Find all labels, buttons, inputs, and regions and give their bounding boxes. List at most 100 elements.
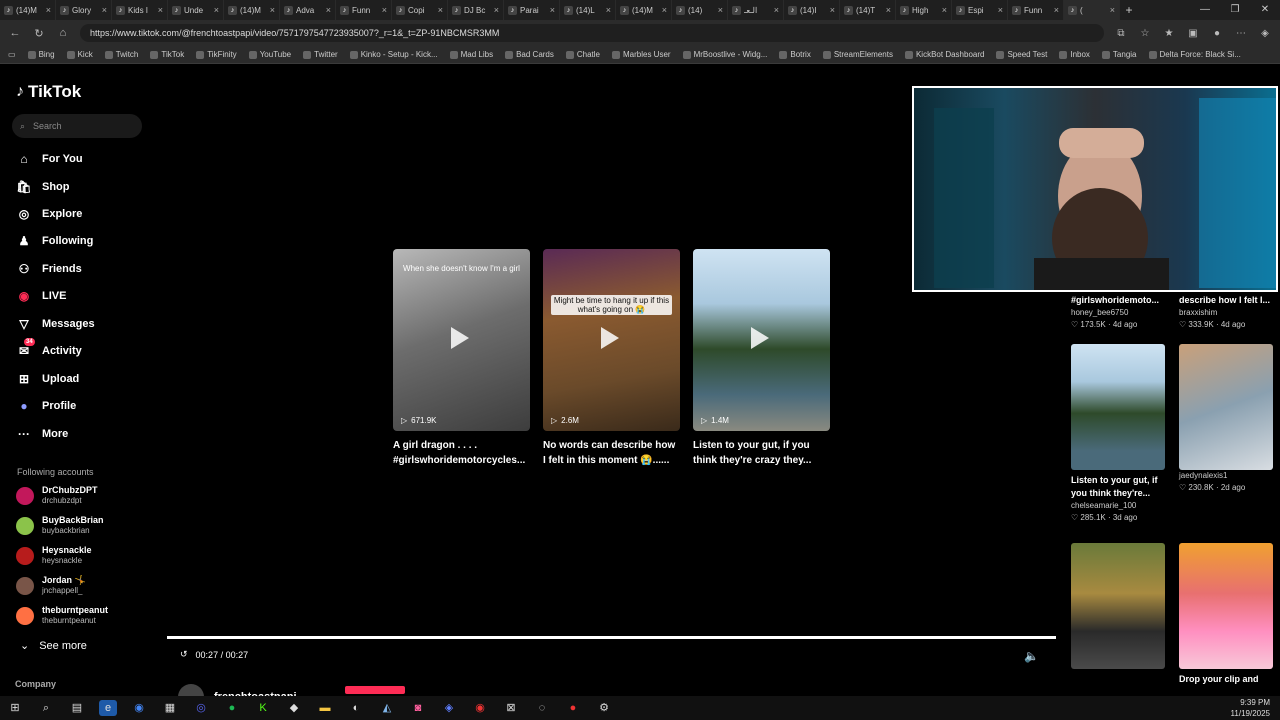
close-window-button[interactable]: ✕ (1250, 0, 1280, 20)
browser-tab[interactable]: ♪ DJ Bc × (448, 0, 504, 20)
nav-item-activity[interactable]: ✉ 34 Activity (16, 338, 82, 358)
recommended-card[interactable]: jaedynalexis1 ♡ 230.8K · 2d ago (1179, 344, 1273, 494)
app-icon[interactable]: ● (564, 700, 582, 716)
nav-item-following[interactable]: ♟ Following (16, 234, 94, 248)
bookmark-item[interactable]: MrBoostlive - Widg... (682, 50, 767, 59)
replay-icon[interactable]: ↺ (180, 649, 188, 660)
search-input[interactable]: ⌕ Search (12, 114, 142, 138)
recommended-thumbnail[interactable] (1179, 344, 1273, 470)
browser-tab[interactable]: ♪ (14)I × (784, 0, 840, 20)
bookmark-item[interactable]: Chatle (565, 50, 600, 59)
reload-icon[interactable]: ↻ (32, 27, 46, 40)
video-thumbnail[interactable]: Might be time to hang it up if this what… (543, 249, 680, 431)
browser-tab[interactable]: ♪ (14)L × (560, 0, 616, 20)
close-tab-icon[interactable]: × (270, 5, 275, 15)
nav-item-shop[interactable]: 🛍 Shop (16, 180, 69, 194)
bookmark-item[interactable]: YouTube (248, 50, 291, 59)
recommended-thumbnail[interactable] (1071, 543, 1165, 669)
browser-tab[interactable]: ♪ الـعـ × (728, 0, 784, 20)
close-tab-icon[interactable]: × (886, 5, 891, 15)
close-tab-icon[interactable]: × (662, 5, 667, 15)
url-field[interactable]: https://www.tiktok.com/@frenchtoastpapi/… (80, 24, 1104, 42)
browser-tab[interactable]: ♪(× (1064, 0, 1120, 20)
close-tab-icon[interactable]: × (942, 5, 947, 15)
bookmark-item[interactable]: Botrix (779, 50, 811, 59)
app-icon[interactable]: ◙ (409, 700, 427, 716)
browser-tab[interactable]: ♪ (14) × (672, 0, 728, 20)
close-tab-icon[interactable]: × (214, 5, 219, 15)
settings-menu-icon[interactable]: ⋯ (1234, 28, 1248, 39)
bookmark-item[interactable]: Bing (27, 50, 55, 59)
spotify-icon[interactable]: ● (223, 700, 241, 716)
bookmark-item[interactable]: Mad Libs (449, 50, 493, 59)
app-icon[interactable]: ◈ (440, 700, 458, 716)
nav-item-messages[interactable]: ▽ Messages (16, 317, 94, 331)
browser-tab[interactable]: ♪ (14)T × (840, 0, 896, 20)
browser-tab[interactable]: ♪ High × (896, 0, 952, 20)
nav-item-live[interactable]: ◉ LIVE (16, 289, 67, 303)
close-tab-icon[interactable]: × (158, 5, 163, 15)
video-card[interactable]: ▷ 1.4M Listen to your gut, if you think th… (693, 249, 830, 468)
app-icon[interactable]: ◆ (285, 700, 303, 716)
recommended-card[interactable]: Listen to your gut, if you think they're… (1071, 344, 1165, 524)
bookmark-item[interactable]: Inbox (1059, 50, 1090, 59)
browser-tab[interactable]: ♪ Parai × (504, 0, 560, 20)
close-tab-icon[interactable]: × (438, 5, 443, 15)
following-account[interactable]: Jordan 🤸 jnchappell_ (16, 575, 86, 596)
bookmark-item[interactable]: Marbles User (612, 50, 671, 59)
following-account[interactable]: DrChubzDPT drchubzdpt (16, 485, 98, 506)
browser-tab[interactable]: ♪ Funn × (336, 0, 392, 20)
video-card[interactable]: Might be time to hang it up if this what… (543, 249, 680, 468)
recommended-card[interactable]: describe how I felt I... braxxishim ♡ 333.… (1179, 290, 1273, 331)
app-icon[interactable]: ◭ (378, 700, 396, 716)
bookmark-item[interactable]: Speed Test (996, 50, 1047, 59)
browser-tab[interactable]: ♪ Glory × (56, 0, 112, 20)
edge-icon[interactable]: e (99, 700, 117, 716)
video-card[interactable]: When she doesn't know I'm a girl ▷ 671.9K A… (393, 249, 530, 468)
close-tab-icon[interactable]: × (494, 5, 499, 15)
nav-item-more[interactable]: ··· More (16, 427, 68, 441)
nav-item-upload[interactable]: ⊞ Upload (16, 372, 79, 386)
profile-avatar-icon[interactable]: ● (1210, 28, 1224, 39)
new-tab-button[interactable]: + (1120, 3, 1138, 17)
recommended-card[interactable] (1071, 543, 1165, 669)
browser-tab[interactable]: ♪ Kids I × (112, 0, 168, 20)
close-tab-icon[interactable]: × (774, 5, 779, 15)
close-tab-icon[interactable]: × (1054, 5, 1059, 15)
search-taskbar-icon[interactable]: ⌕ (37, 700, 55, 716)
bookmark-item[interactable]: Delta Force: Black Si... (1148, 50, 1241, 59)
bookmark-item[interactable]: Bad Cards (505, 50, 554, 59)
tiktok-logo[interactable]: ♪ TikTok (16, 82, 81, 102)
recommended-thumbnail[interactable] (1179, 543, 1273, 669)
browser-tab[interactable]: ♪ Espi × (952, 0, 1008, 20)
nav-item-for-you[interactable]: ⌂ For You (16, 152, 82, 166)
bookmark-item[interactable]: KickBot Dashboard (904, 50, 984, 59)
video-thumbnail[interactable]: ▷ 1.4M (693, 249, 830, 431)
close-tab-icon[interactable]: × (326, 5, 331, 15)
video-progress-bar[interactable] (167, 636, 1056, 639)
discord-icon[interactable]: ◎ (192, 700, 210, 716)
start-icon[interactable]: ⊞ (6, 700, 24, 716)
collections-icon[interactable]: ▣ (1186, 28, 1200, 39)
following-account[interactable]: theburntpeanut theburntpeanut (16, 605, 108, 626)
bookmark-item[interactable]: Tangia (1101, 50, 1137, 59)
recommended-card[interactable]: Drop your clip and (1179, 543, 1273, 686)
video-title[interactable]: No words can describe how I felt in this… (543, 438, 680, 468)
company-link[interactable]: Company (15, 679, 56, 689)
bookmark-item[interactable]: TikFinity (196, 50, 237, 59)
kick-icon[interactable]: K (254, 700, 272, 716)
recommended-card[interactable]: #girlswhoridemoto... honey_bee6750 ♡ 173.5… (1071, 290, 1165, 331)
video-title[interactable]: Listen to your gut, if you think they're… (693, 438, 830, 468)
close-tab-icon[interactable]: × (550, 5, 555, 15)
close-tab-icon[interactable]: × (1110, 5, 1115, 15)
bookmarks-menu-icon[interactable]: ▭ (8, 50, 16, 59)
close-tab-icon[interactable]: × (718, 5, 723, 15)
close-tab-icon[interactable]: × (46, 5, 51, 15)
app-icon[interactable]: ◉ (471, 700, 489, 716)
following-account[interactable]: BuyBackBrian buybackbrian (16, 515, 104, 536)
browser-tab[interactable]: ♪ Copi × (392, 0, 448, 20)
close-tab-icon[interactable]: × (382, 5, 387, 15)
home-icon[interactable]: ⌂ (56, 27, 70, 39)
following-account[interactable]: Heysnackle heysnackle (16, 545, 92, 566)
volume-icon[interactable]: 🔈 (1024, 649, 1039, 663)
